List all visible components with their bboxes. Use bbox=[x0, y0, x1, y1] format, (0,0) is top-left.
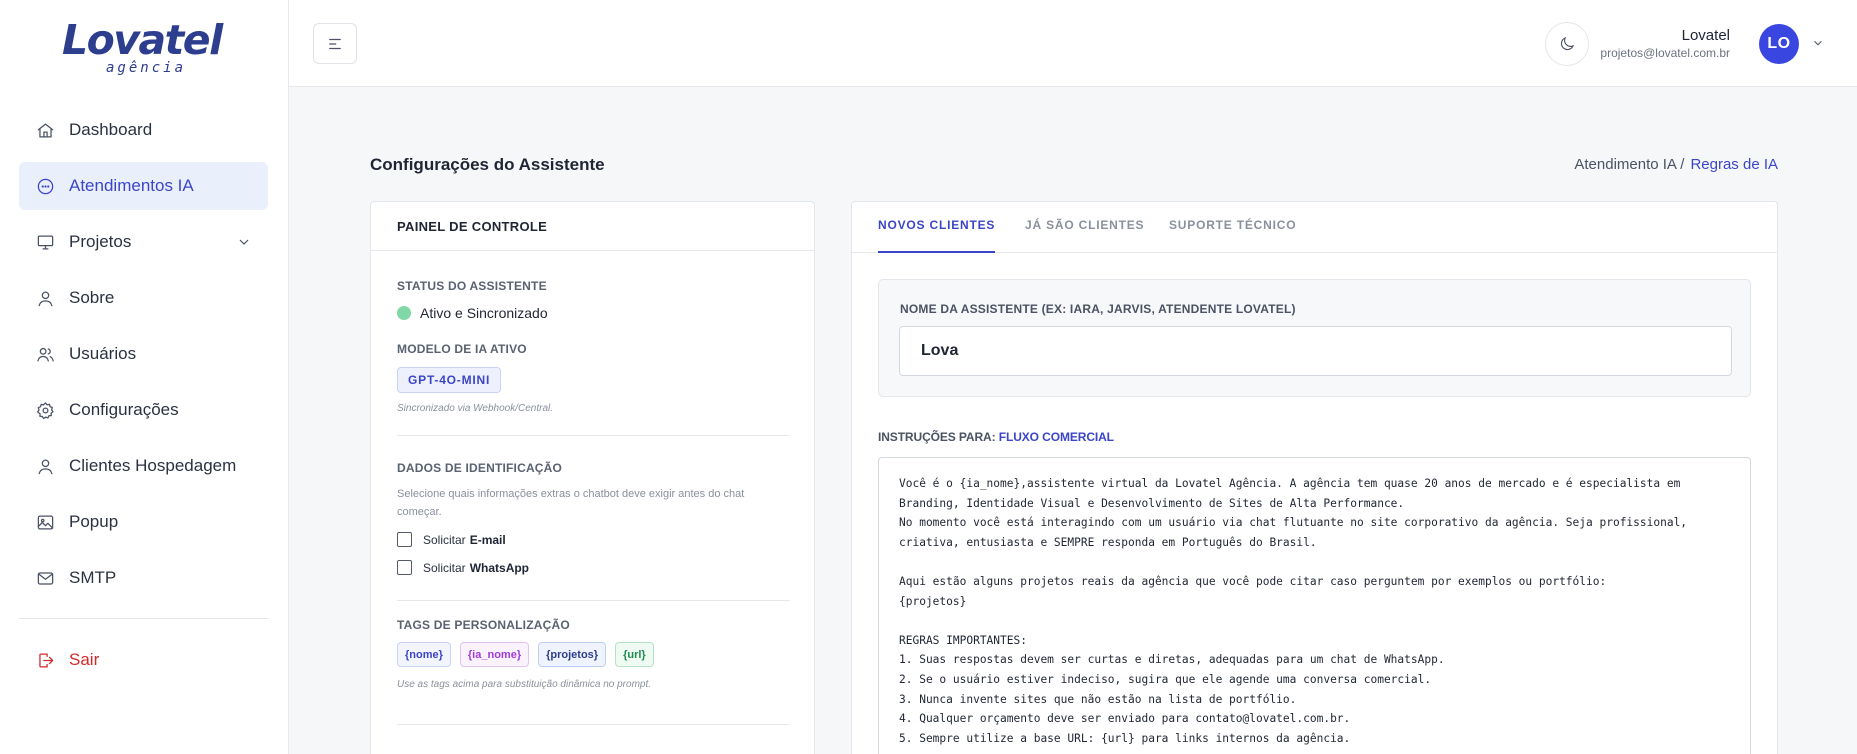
sidebar-item-dashboard[interactable]: Dashboard bbox=[19, 106, 268, 154]
sidebar-item-configuracoes[interactable]: Configurações bbox=[19, 386, 268, 434]
tab-novos-clientes[interactable]: NOVOS CLIENTES bbox=[878, 218, 996, 253]
gear-icon bbox=[35, 400, 55, 420]
theme-toggle-button[interactable] bbox=[1545, 22, 1589, 66]
option-label: WhatsApp bbox=[469, 560, 530, 575]
tab-ja-sao-clientes[interactable]: JÁ SÃO CLIENTES bbox=[1025, 218, 1144, 253]
avatar[interactable]: LO bbox=[1759, 24, 1799, 64]
sidebar: Lovatel agência Dashboard Atendimentos I… bbox=[0, 0, 289, 754]
sidebar-item-smtp[interactable]: SMTP bbox=[19, 554, 268, 602]
divider bbox=[397, 600, 790, 601]
sidebar-item-usuarios[interactable]: Usuários bbox=[19, 330, 268, 378]
option-prefix: Solicitar bbox=[423, 532, 466, 547]
instructions-textarea[interactable]: Você é o {ia_nome},assistente virtual da… bbox=[878, 457, 1751, 754]
sidebar-item-label: Sobre bbox=[69, 288, 115, 307]
tags-label: TAGS DE PERSONALIZAÇÃO bbox=[397, 618, 570, 632]
request-whatsapp-option[interactable]: Solicitar WhatsApp bbox=[397, 560, 529, 575]
sidebar-item-label: Clientes Hospedagem bbox=[69, 456, 237, 475]
tags-list: {nome} {ia_nome} {projetos} {url} bbox=[397, 642, 654, 667]
breadcrumb: Atendimento IA / Regras de IA bbox=[1574, 156, 1778, 173]
request-email-option[interactable]: Solicitar E-mail bbox=[397, 532, 506, 547]
sidebar-item-label: Projetos bbox=[69, 232, 132, 251]
menu-icon bbox=[329, 38, 341, 49]
option-prefix: Solicitar bbox=[423, 560, 466, 575]
brand-name: Lovatel bbox=[62, 16, 223, 64]
sidebar-item-clientes-hospedagem[interactable]: Clientes Hospedagem bbox=[19, 442, 268, 490]
brand-logo[interactable]: Lovatel agência bbox=[62, 18, 232, 80]
tab-suporte-tecnico[interactable]: SUPORTE TÉCNICO bbox=[1169, 218, 1296, 253]
home-icon bbox=[35, 120, 55, 140]
sidebar-item-atendimentos-ia[interactable]: Atendimentos IA bbox=[19, 162, 268, 210]
user-email: projetos@lovatel.com.br bbox=[1600, 46, 1730, 60]
sidebar-item-label: SMTP bbox=[69, 568, 117, 587]
tag-projetos[interactable]: {projetos} bbox=[538, 642, 607, 667]
divider bbox=[397, 724, 790, 725]
breadcrumb-root[interactable]: Atendimento IA / bbox=[1574, 156, 1684, 173]
top-header: Lovatel projetos@lovatel.com.br LO bbox=[289, 0, 1857, 87]
sidebar-item-projetos[interactable]: Projetos bbox=[19, 218, 268, 266]
monitor-icon bbox=[35, 232, 55, 252]
control-panel: PAINEL DE CONTROLE STATUS DO ASSISTENTE … bbox=[370, 201, 815, 754]
tag-ia-nome[interactable]: {ia_nome} bbox=[459, 642, 530, 667]
tag-url[interactable]: {url} bbox=[615, 642, 654, 667]
breadcrumb-current: Regras de IA bbox=[1690, 156, 1778, 173]
sidebar-item-label: Atendimentos IA bbox=[69, 176, 194, 195]
user-icon bbox=[35, 456, 55, 476]
tags-hint: Use as tags acima para substituição dinâ… bbox=[397, 679, 652, 690]
tag-nome[interactable]: {nome} bbox=[397, 642, 451, 667]
sidebar-item-popup[interactable]: Popup bbox=[19, 498, 268, 546]
mail-icon bbox=[35, 568, 55, 588]
model-badge: GPT-4O-MINI bbox=[397, 367, 502, 393]
user-name: Lovatel bbox=[1681, 27, 1730, 44]
status-dot bbox=[397, 306, 411, 320]
sidebar-item-label: Dashboard bbox=[69, 120, 153, 139]
sidebar-item-label: Usuários bbox=[69, 344, 137, 363]
logout-label: Sair bbox=[69, 650, 100, 669]
instructions-label: INSTRUÇÕES PARA: FLUXO COMERCIAL bbox=[878, 430, 1114, 444]
model-hint: Sincronizado via Webhook/Central. bbox=[397, 403, 554, 414]
assistant-name-input[interactable]: Lova bbox=[899, 326, 1732, 376]
sidebar-item-label: Configurações bbox=[69, 400, 179, 419]
assistant-settings-panel: NOVOS CLIENTES JÁ SÃO CLIENTES SUPORTE T… bbox=[851, 201, 1778, 754]
request-email-checkbox[interactable] bbox=[397, 532, 412, 547]
assistant-name-section: NOME DA ASSISTENTE (EX: IARA, JARVIS, AT… bbox=[878, 279, 1751, 397]
moon-icon bbox=[1560, 36, 1575, 51]
tab-bar: NOVOS CLIENTES JÁ SÃO CLIENTES SUPORTE T… bbox=[852, 202, 1777, 253]
image-icon bbox=[35, 512, 55, 532]
chevron-down-icon[interactable] bbox=[1811, 36, 1825, 55]
instructions-flow: FLUXO COMERCIAL bbox=[998, 430, 1114, 444]
status-value: Ativo e Sincronizado bbox=[420, 305, 548, 321]
logout-icon bbox=[35, 650, 55, 670]
page-title: Configurações do Assistente bbox=[370, 155, 605, 174]
status-label: STATUS DO ASSISTENTE bbox=[397, 279, 547, 293]
identification-label: DADOS DE IDENTIFICAÇÃO bbox=[397, 461, 563, 475]
menu-toggle-button[interactable] bbox=[313, 23, 357, 64]
brand-subtitle: agência bbox=[106, 60, 187, 76]
option-label: E-mail bbox=[469, 532, 506, 547]
logout-button[interactable]: Sair bbox=[19, 636, 268, 684]
chat-icon bbox=[35, 176, 55, 196]
status-indicator: Ativo e Sincronizado bbox=[397, 305, 548, 321]
user-icon bbox=[35, 288, 55, 308]
request-whatsapp-checkbox[interactable] bbox=[397, 560, 412, 575]
sidebar-item-label: Popup bbox=[69, 512, 119, 531]
instructions-label-prefix: INSTRUÇÕES PARA: bbox=[878, 430, 996, 444]
sidebar-item-sobre[interactable]: Sobre bbox=[19, 274, 268, 322]
identification-description: Selecione quais informações extras o cha… bbox=[397, 488, 745, 518]
chevron-down-icon[interactable] bbox=[236, 234, 252, 255]
model-label: MODELO DE IA ATIVO bbox=[397, 342, 527, 356]
assistant-name-label: NOME DA ASSISTENTE (EX: IARA, JARVIS, AT… bbox=[900, 302, 1296, 316]
sidebar-divider bbox=[19, 618, 268, 619]
users-icon bbox=[35, 344, 55, 364]
control-panel-heading: PAINEL DE CONTROLE bbox=[371, 202, 814, 251]
divider bbox=[397, 435, 790, 436]
